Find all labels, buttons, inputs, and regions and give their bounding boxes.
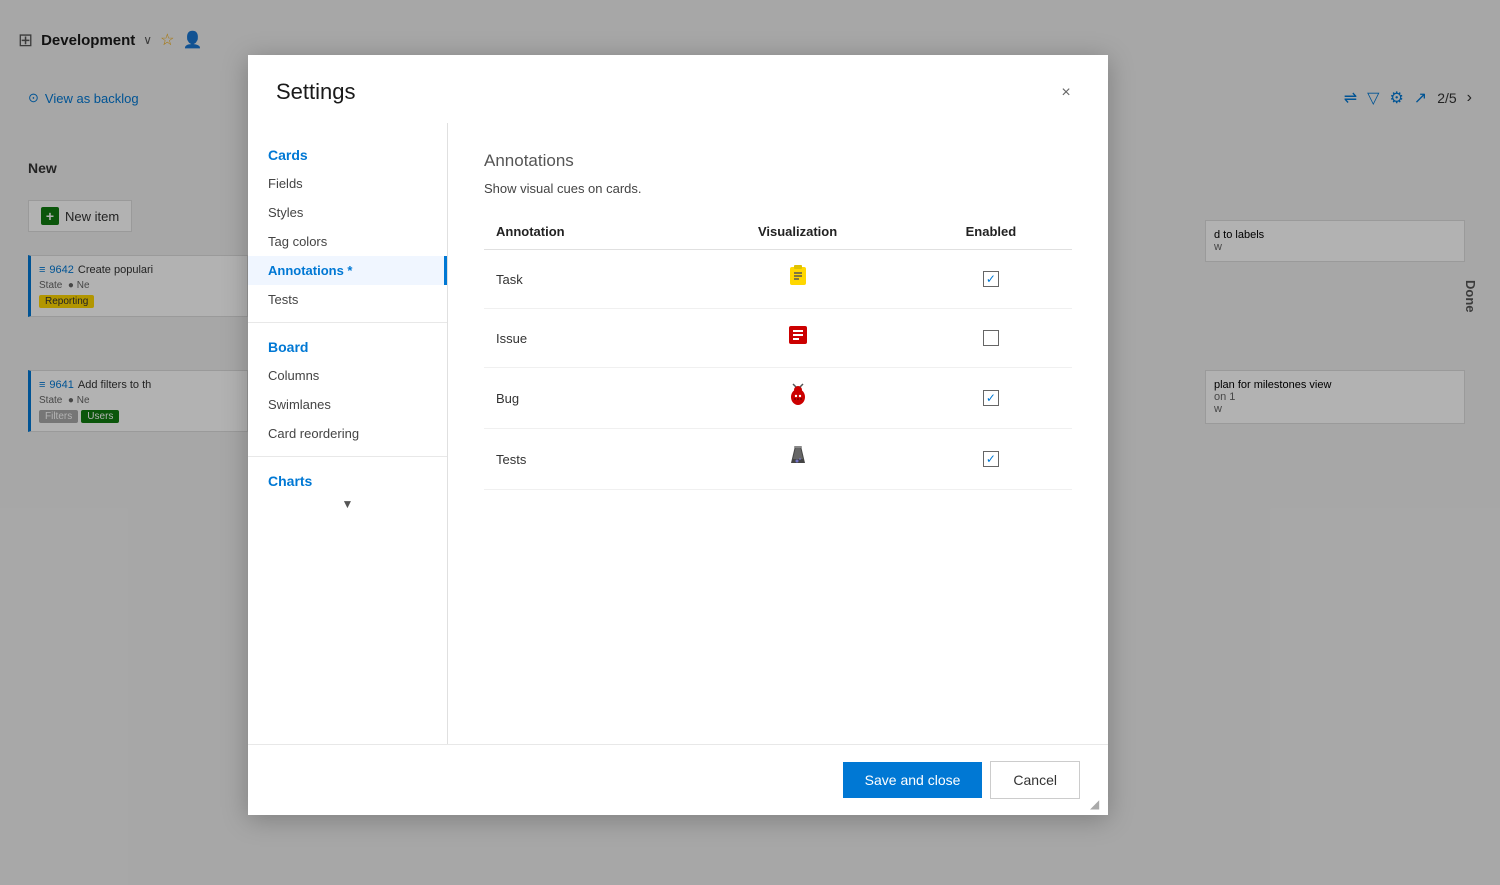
issue-checkbox[interactable]	[983, 330, 999, 346]
annotation-viz-task	[685, 250, 909, 309]
annotation-name-issue: Issue	[484, 309, 685, 368]
nav-divider-1	[248, 322, 447, 323]
settings-modal: Settings × Cards Fields Styles Tag color…	[248, 55, 1108, 815]
content-section-title: Annotations	[484, 151, 1072, 171]
annotation-viz-tests	[685, 429, 909, 490]
col-header-annotation: Annotation	[484, 216, 685, 250]
tests-viz-icon	[785, 443, 811, 475]
modal-body: Cards Fields Styles Tag colors Annotatio…	[248, 123, 1108, 744]
modal-header: Settings ×	[248, 55, 1108, 123]
nav-item-styles[interactable]: Styles	[248, 198, 447, 227]
annotations-table: Annotation Visualization Enabled Task	[484, 216, 1072, 490]
nav-section-charts: Charts	[248, 465, 447, 495]
task-checkbox[interactable]	[983, 271, 999, 287]
modal-navigation: Cards Fields Styles Tag colors Annotatio…	[248, 123, 448, 744]
tests-checkbox[interactable]	[983, 451, 999, 467]
annotation-row-bug: Bug	[484, 368, 1072, 429]
nav-item-tests[interactable]: Tests	[248, 285, 447, 314]
annotation-enabled-bug[interactable]	[910, 368, 1072, 429]
modal-resize-handle[interactable]: ◢	[1090, 797, 1104, 811]
nav-divider-2	[248, 456, 447, 457]
annotation-row-issue: Issue	[484, 309, 1072, 368]
annotation-enabled-tests[interactable]	[910, 429, 1072, 490]
nav-item-tag-colors[interactable]: Tag colors	[248, 227, 447, 256]
modal-main-content: Annotations Show visual cues on cards. A…	[448, 123, 1108, 744]
annotation-viz-bug	[685, 368, 909, 429]
issue-viz-icon	[786, 323, 810, 353]
col-header-enabled: Enabled	[910, 216, 1072, 250]
nav-item-card-reordering[interactable]: Card reordering	[248, 419, 447, 448]
annotation-name-bug: Bug	[484, 368, 685, 429]
content-description: Show visual cues on cards.	[484, 181, 1072, 196]
nav-item-fields[interactable]: Fields	[248, 169, 447, 198]
nav-item-swimlanes[interactable]: Swimlanes	[248, 390, 447, 419]
bug-viz-icon	[785, 382, 811, 414]
annotation-row-tests: Tests	[484, 429, 1072, 490]
col-header-visualization: Visualization	[685, 216, 909, 250]
save-and-close-button[interactable]: Save and close	[843, 762, 983, 798]
annotation-name-task: Task	[484, 250, 685, 309]
annotation-row-task: Task	[484, 250, 1072, 309]
modal-close-button[interactable]: ×	[1052, 79, 1080, 107]
annotation-enabled-issue[interactable]	[910, 309, 1072, 368]
nav-item-columns[interactable]: Columns	[248, 361, 447, 390]
modal-title: Settings	[276, 79, 356, 105]
nav-section-board: Board	[248, 331, 447, 361]
nav-section-cards: Cards	[248, 139, 447, 169]
annotation-viz-issue	[685, 309, 909, 368]
nav-item-annotations[interactable]: Annotations *	[248, 256, 447, 285]
annotation-enabled-task[interactable]	[910, 250, 1072, 309]
bug-checkbox[interactable]	[983, 390, 999, 406]
annotation-name-tests: Tests	[484, 429, 685, 490]
cancel-button[interactable]: Cancel	[990, 761, 1080, 799]
modal-footer: Save and close Cancel	[248, 744, 1108, 815]
task-viz-icon	[786, 264, 810, 294]
charts-scroll-arrow[interactable]: ▼	[248, 495, 447, 519]
